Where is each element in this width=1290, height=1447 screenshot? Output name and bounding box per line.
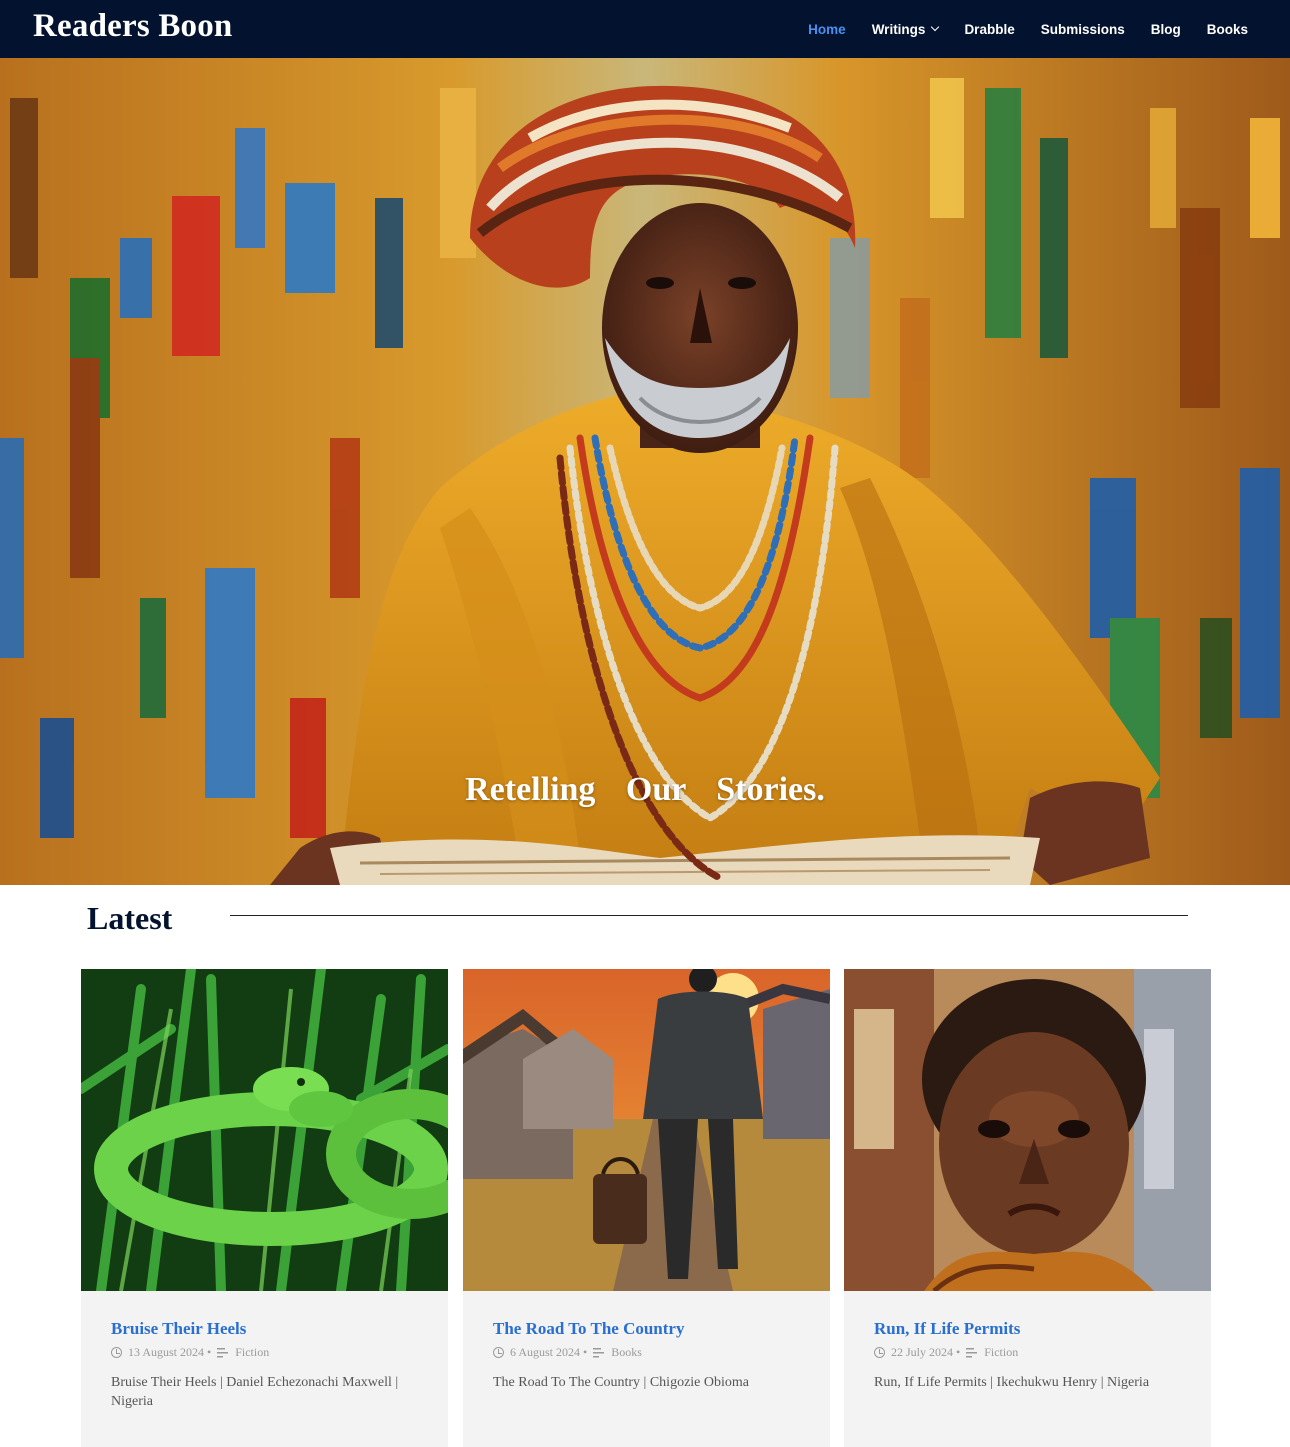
category-icon [966,1347,978,1358]
menu-item-books[interactable]: Books [1207,22,1248,37]
post-date: 6 August 2024 [510,1345,581,1359]
menu-item-blog[interactable]: Blog [1151,22,1181,37]
post-card[interactable]: Bruise Their Heels 13 August 2024 • Fict… [81,969,448,1447]
post-meta: 6 August 2024 • Books [493,1345,800,1360]
post-excerpt: Run, If Life Permits | Ikechukwu Henry |… [874,1375,1150,1390]
post-excerpt: The Road To The Country | Chigozie Obiom… [493,1375,749,1390]
meta-separator: • [953,1345,961,1359]
post-card-body: The Road To The Country 6 August 2024 • … [463,1291,830,1392]
menu-item-label: Blog [1150,21,1181,37]
chevron-down-icon [931,22,940,32]
post-title[interactable]: The Road To The Country [493,1319,800,1339]
hero-painting-image [0,58,1290,885]
menu-item-label: Drabble [964,21,1015,37]
menu-item-label: Home [808,21,846,37]
post-card-body: Run, If Life Permits 22 July 2024 • Fict… [844,1291,1211,1392]
menu-item-drabble[interactable]: Drabble [964,22,1014,37]
post-title[interactable]: Run, If Life Permits [874,1319,1181,1339]
clock-icon [493,1347,504,1358]
main-menu: Home Writings Drabble Submissions Blog B… [782,0,1248,58]
post-meta: 22 July 2024 • Fiction [874,1345,1181,1360]
menu-item-label: Books [1206,21,1248,37]
post-category[interactable]: Fiction [984,1345,1018,1360]
meta-separator: • [204,1345,212,1359]
menu-item-label: Submissions [1040,21,1125,37]
post-date: 22 July 2024 [891,1345,954,1359]
post-image-snake[interactable] [81,969,448,1291]
menu-item-writings[interactable]: Writings [871,21,940,37]
post-title[interactable]: Bruise Their Heels [111,1319,418,1339]
menu-item-home[interactable]: Home [808,22,846,37]
clock-icon [874,1347,885,1358]
hero-banner: Retelling Our Stories. [0,58,1290,885]
post-meta: 13 August 2024 • Fiction [111,1345,418,1360]
site-logo[interactable]: Readers Boon [33,8,232,45]
post-card[interactable]: The Road To The Country 6 August 2024 • … [463,969,830,1447]
post-image-road[interactable] [463,969,830,1291]
post-date: 13 August 2024 [128,1345,205,1359]
meta-separator: • [580,1345,588,1359]
clock-icon [111,1347,122,1358]
post-image-child[interactable] [844,969,1211,1291]
category-icon [593,1347,605,1358]
post-card[interactable]: Run, If Life Permits 22 July 2024 • Fict… [844,969,1211,1447]
category-icon [217,1347,229,1358]
menu-item-label: Writings [871,21,926,37]
site-header: Readers Boon Home Writings Drabble Submi… [0,0,1290,58]
post-card-body: Bruise Their Heels 13 August 2024 • Fict… [81,1291,448,1411]
hero-tagline: Retelling Our Stories. [465,771,825,808]
latest-heading: Latest [87,900,173,936]
post-category[interactable]: Books [611,1345,642,1360]
post-category[interactable]: Fiction [235,1345,269,1360]
menu-item-submissions[interactable]: Submissions [1041,22,1125,37]
post-excerpt: Bruise Their Heels | Daniel Echezonachi … [111,1375,399,1409]
latest-divider [230,915,1188,916]
